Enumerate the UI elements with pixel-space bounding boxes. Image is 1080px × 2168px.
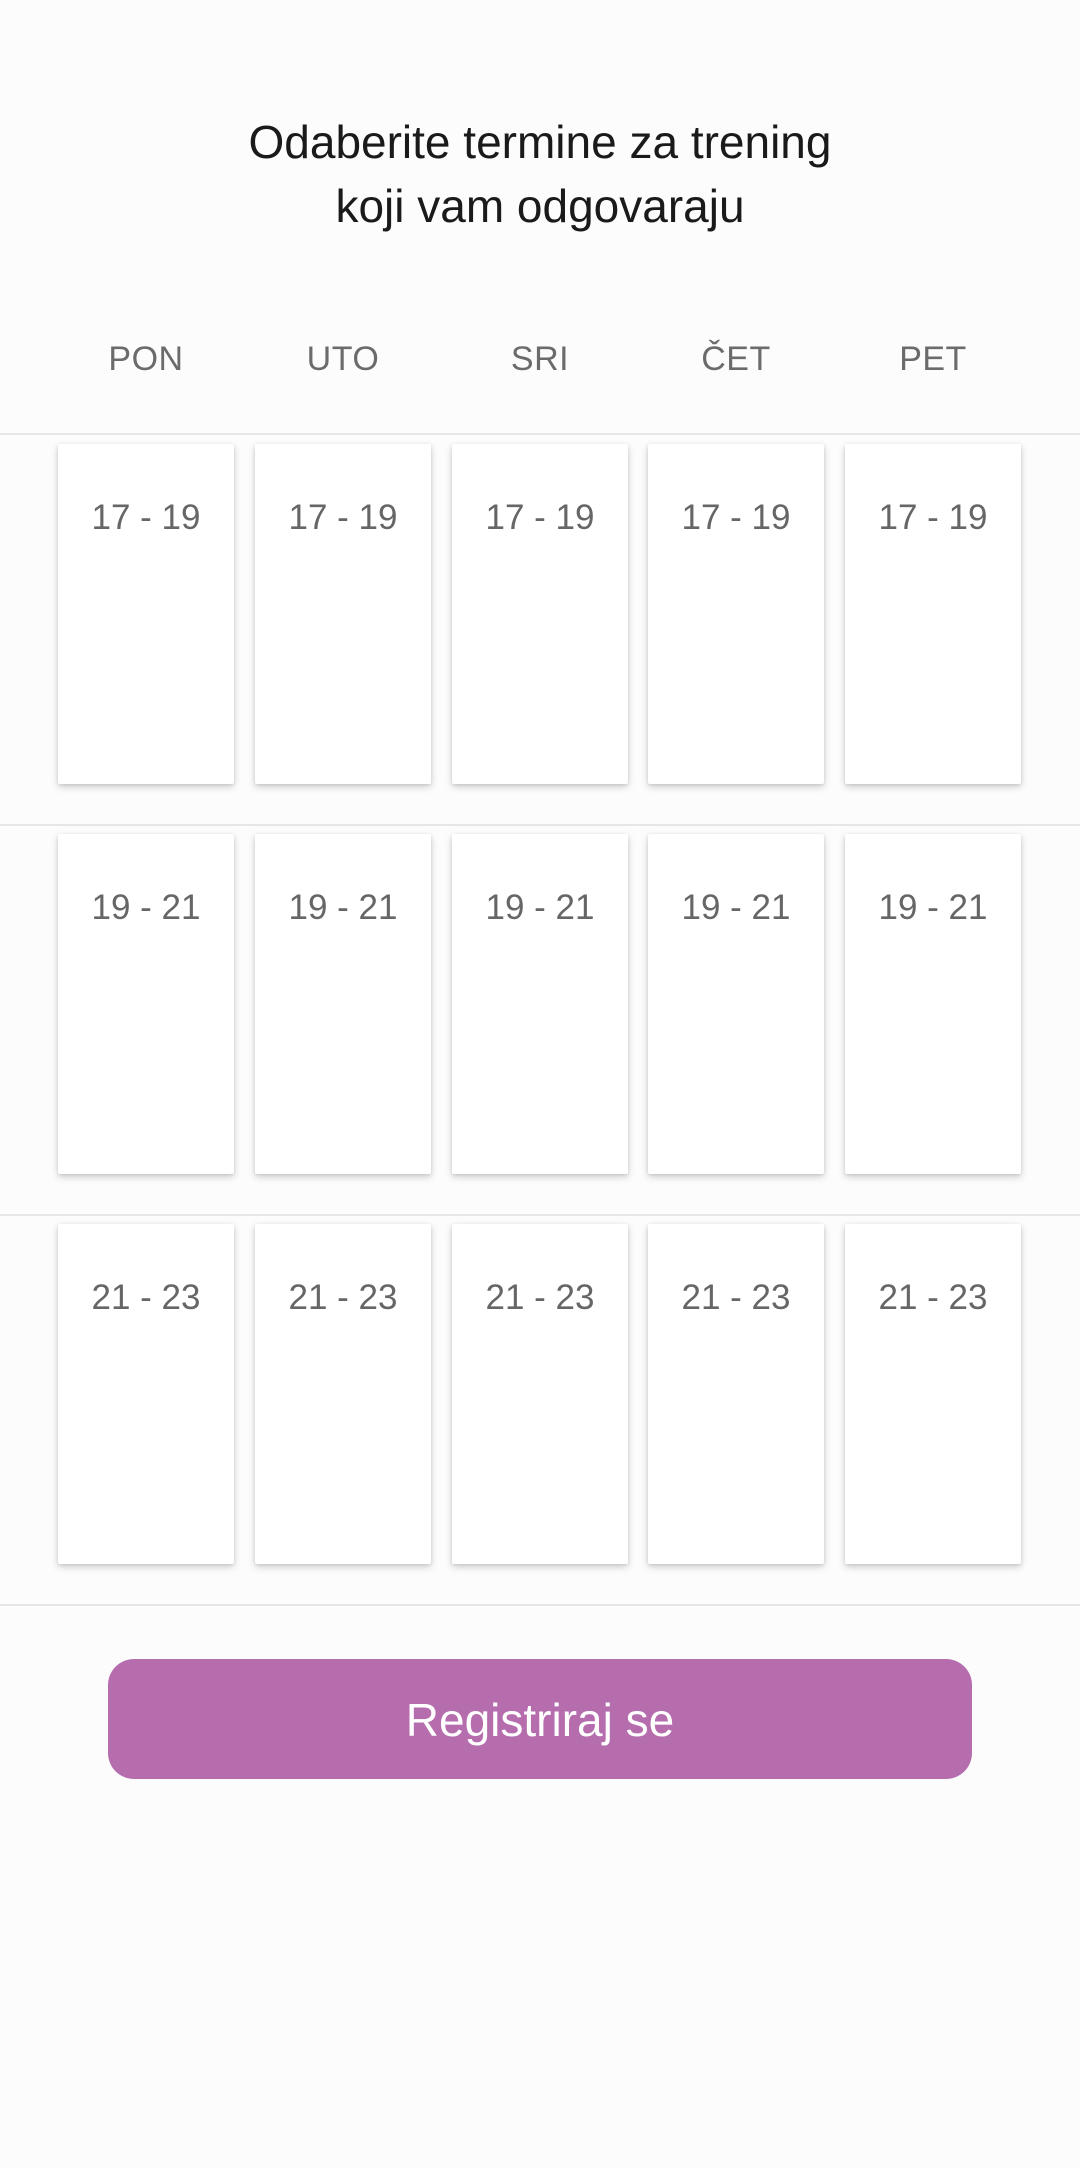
slot-mon-21-23[interactable]: 21 - 23 [58,1224,234,1564]
slot-label: 21 - 23 [681,1278,791,1317]
slot-tue-21-23[interactable]: 21 - 23 [255,1224,431,1564]
slot-label: 19 - 21 [91,888,201,927]
slot-mon-17-19[interactable]: 17 - 19 [58,444,234,784]
timeslot-row-21-23: 21 - 23 21 - 23 21 - 23 21 - 23 21 - 23 [0,1224,1080,1566]
slot-tue-19-21[interactable]: 19 - 21 [255,834,431,1174]
day-mon: PON [108,340,184,378]
slot-fri-17-19[interactable]: 17 - 19 [845,444,1021,784]
divider [0,1214,1080,1216]
slot-tue-17-19[interactable]: 17 - 19 [255,444,431,784]
slot-thu-19-21[interactable]: 19 - 21 [648,834,824,1174]
slot-wed-19-21[interactable]: 19 - 21 [452,834,628,1174]
divider [0,433,1080,435]
slot-thu-17-19[interactable]: 17 - 19 [648,444,824,784]
slot-wed-21-23[interactable]: 21 - 23 [452,1224,628,1564]
page-title: Odaberite termine za trening koji vam od… [0,110,1080,238]
slot-label: 21 - 23 [288,1278,398,1317]
slot-wed-17-19[interactable]: 17 - 19 [452,444,628,784]
slot-label: 21 - 23 [878,1278,988,1317]
slot-label: 17 - 19 [878,498,988,537]
day-tue: UTO [306,340,380,378]
slot-fri-21-23[interactable]: 21 - 23 [845,1224,1021,1564]
slot-label: 19 - 21 [288,888,398,927]
slot-label: 21 - 23 [485,1278,595,1317]
slot-thu-21-23[interactable]: 21 - 23 [648,1224,824,1564]
timeslot-row-19-21: 19 - 21 19 - 21 19 - 21 19 - 21 19 - 21 [0,834,1080,1176]
divider [0,824,1080,826]
day-thu: ČET [701,340,771,378]
timeslot-row-17-19: 17 - 19 17 - 19 17 - 19 17 - 19 17 - 19 [0,444,1080,786]
slot-fri-19-21[interactable]: 19 - 21 [845,834,1021,1174]
day-wed: SRI [510,340,570,378]
register-button[interactable]: Registriraj se [108,1659,972,1779]
weekday-header: PON UTO SRI ČET PET [0,340,1080,390]
title-line-1: Odaberite termine za trening [248,116,832,168]
divider [0,1604,1080,1606]
slot-label: 17 - 19 [681,498,791,537]
day-fri: PET [899,340,967,378]
slot-label: 17 - 19 [288,498,398,537]
slot-label: 17 - 19 [91,498,201,537]
slot-label: 19 - 21 [485,888,595,927]
slot-label: 17 - 19 [485,498,595,537]
title-line-2: koji vam odgovaraju [335,180,745,232]
slot-label: 19 - 21 [681,888,791,927]
slot-mon-19-21[interactable]: 19 - 21 [58,834,234,1174]
slot-label: 21 - 23 [91,1278,201,1317]
slot-label: 19 - 21 [878,888,988,927]
